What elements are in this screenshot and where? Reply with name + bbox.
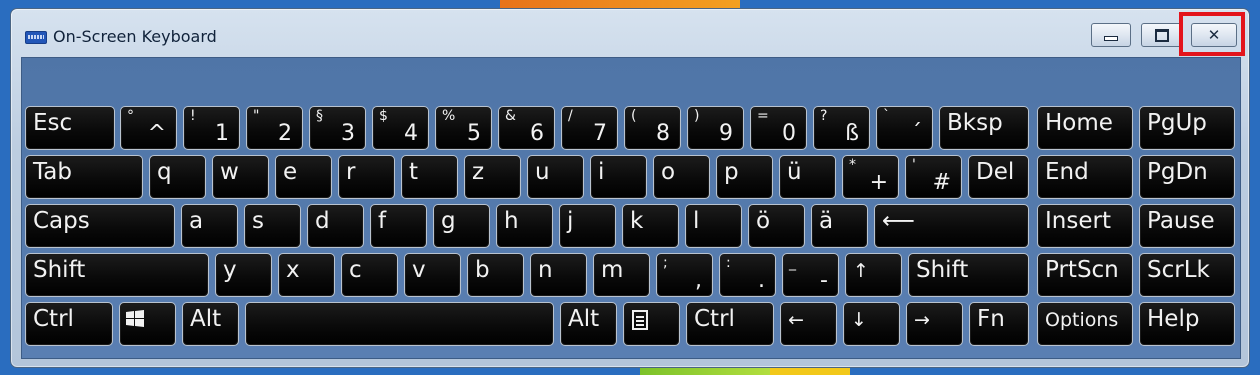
key-s[interactable]: s — [244, 204, 301, 248]
key-ctrl-right[interactable]: Ctrl — [686, 302, 774, 346]
key-v[interactable]: v — [404, 253, 461, 297]
key-0[interactable]: = 0 — [750, 106, 807, 150]
key-c[interactable]: c — [341, 253, 398, 297]
maximize-button[interactable] — [1141, 23, 1183, 47]
key-l[interactable]: l — [685, 204, 742, 248]
key-minus[interactable]: _ - — [782, 253, 839, 297]
key-shift-right[interactable]: Shift — [908, 253, 1029, 297]
key-n[interactable]: n — [530, 253, 587, 297]
key-b[interactable]: b — [467, 253, 524, 297]
key-x[interactable]: x — [278, 253, 335, 297]
key-delete[interactable]: Del — [968, 155, 1029, 199]
key-9[interactable]: ) 9 — [687, 106, 744, 150]
key-alt-left[interactable]: Alt — [182, 302, 239, 346]
key-down[interactable]: ↓ — [843, 302, 900, 346]
key-space[interactable] — [245, 302, 554, 346]
key-z[interactable]: z — [464, 155, 521, 199]
key-scrlk[interactable]: ScrLk — [1139, 253, 1235, 297]
window-title: On-Screen Keyboard — [53, 27, 217, 46]
keyboard-icon — [25, 31, 47, 44]
key-enter[interactable]: ⟵ — [874, 204, 1029, 248]
key-pause[interactable]: Pause — [1139, 204, 1235, 248]
minimize-button[interactable] — [1091, 23, 1131, 47]
key-esc[interactable]: Esc — [25, 106, 115, 150]
key-fn[interactable]: Fn — [969, 302, 1029, 346]
key-y[interactable]: y — [215, 253, 272, 297]
key-menu[interactable] — [623, 302, 680, 346]
key-circumflex[interactable]: ° ^ — [120, 106, 177, 150]
key-p[interactable]: p — [716, 155, 773, 199]
key-k[interactable]: k — [622, 204, 679, 248]
options-button[interactable]: Options — [1037, 302, 1133, 346]
minimize-icon — [1104, 36, 1118, 41]
key-t[interactable]: t — [401, 155, 458, 199]
key-caps[interactable]: Caps — [25, 204, 175, 248]
key-a-umlaut[interactable]: ä — [811, 204, 868, 248]
key-e[interactable]: e — [275, 155, 332, 199]
key-8[interactable]: (8 — [624, 106, 681, 150]
keyboard-panel: Esc ° ^ ! 1 " 2 § 3 $4 % 5 & 6 /7 (8 ) 9 = 0 ? ß … — [21, 57, 1241, 359]
windows-logo-icon — [124, 309, 146, 334]
key-1[interactable]: ! 1 — [183, 106, 240, 150]
key-comma[interactable]: ;, — [656, 253, 713, 297]
key-r[interactable]: r — [338, 155, 395, 199]
key-u[interactable]: u — [527, 155, 584, 199]
key-shift-left[interactable]: Shift — [25, 253, 209, 297]
key-right[interactable]: → — [906, 302, 963, 346]
key-f[interactable]: f — [370, 204, 427, 248]
arrow-down-icon: ↓ — [851, 309, 867, 331]
key-pgdn[interactable]: PgDn — [1139, 155, 1235, 199]
menu-icon — [632, 310, 648, 335]
key-d[interactable]: d — [307, 204, 364, 248]
key-ctrl-left[interactable]: Ctrl — [25, 302, 113, 346]
key-sharp-s[interactable]: ? ß — [813, 106, 870, 150]
key-left[interactable]: ← — [780, 302, 837, 346]
key-up[interactable]: ↑ — [845, 253, 902, 297]
key-tab[interactable]: Tab — [25, 155, 143, 199]
osk-window: On-Screen Keyboard ✕ Esc ° ^ ! 1 " 2 § 3 $4 … — [10, 8, 1250, 368]
key-alt-right[interactable]: Alt — [560, 302, 617, 346]
arrow-left-icon: ← — [788, 309, 804, 331]
arrow-up-icon: ↑ — [853, 260, 869, 282]
key-2[interactable]: " 2 — [246, 106, 303, 150]
enter-arrow-icon: ⟵ — [882, 208, 915, 234]
key-backspace[interactable]: Bksp — [939, 106, 1029, 150]
key-period[interactable]: :. — [719, 253, 776, 297]
title-bar[interactable]: On-Screen Keyboard ✕ — [11, 9, 1249, 57]
key-m[interactable]: m — [593, 253, 650, 297]
help-button[interactable]: Help — [1139, 302, 1235, 346]
key-h[interactable]: h — [496, 204, 553, 248]
key-prtscn[interactable]: PrtScn — [1037, 253, 1133, 297]
key-u-umlaut[interactable]: ü — [779, 155, 836, 199]
key-o[interactable]: o — [653, 155, 710, 199]
key-end[interactable]: End — [1037, 155, 1133, 199]
key-hash[interactable]: ' # — [905, 155, 962, 199]
key-3[interactable]: § 3 — [309, 106, 366, 150]
key-6[interactable]: & 6 — [498, 106, 555, 150]
key-home[interactable]: Home — [1037, 106, 1133, 150]
key-pgup[interactable]: PgUp — [1139, 106, 1235, 150]
key-o-umlaut[interactable]: ö — [748, 204, 805, 248]
key-windows[interactable] — [119, 302, 176, 346]
key-5[interactable]: % 5 — [435, 106, 492, 150]
arrow-right-icon: → — [914, 309, 930, 331]
close-button-highlight — [1179, 12, 1245, 56]
key-acute[interactable]: ` ´ — [876, 106, 933, 150]
key-a[interactable]: a — [181, 204, 238, 248]
key-w[interactable]: w — [212, 155, 269, 199]
key-i[interactable]: i — [590, 155, 647, 199]
key-q[interactable]: q — [149, 155, 206, 199]
key-plus[interactable]: * + — [842, 155, 899, 199]
key-4[interactable]: $4 — [372, 106, 429, 150]
key-g[interactable]: g — [433, 204, 490, 248]
key-insert[interactable]: Insert — [1037, 204, 1133, 248]
key-7[interactable]: /7 — [561, 106, 618, 150]
maximize-icon — [1155, 28, 1169, 42]
key-j[interactable]: j — [559, 204, 616, 248]
